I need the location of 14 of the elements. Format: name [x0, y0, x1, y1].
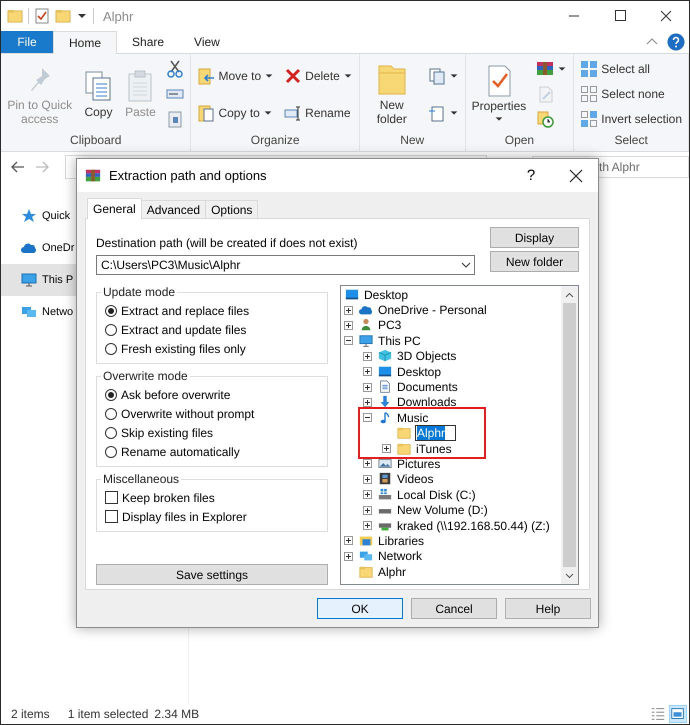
group-label: Select: [613, 132, 649, 149]
field-label: Destination path (will be created if does not exist): [96, 236, 358, 250]
group-label: Open: [504, 132, 536, 149]
window-title: Alphr: [103, 8, 134, 24]
status-text: 1 item selected: [68, 707, 148, 721]
status-text: 2 items: [11, 707, 50, 721]
dialog-title: Extraction path and options: [109, 168, 267, 183]
group-title: Overwrite mode: [102, 369, 189, 383]
group-title: Update mode: [102, 285, 176, 299]
status-text: 2.34 MB: [154, 707, 200, 721]
group-label: Organize: [250, 132, 300, 149]
group-title: Miscellaneous: [102, 472, 180, 486]
group-label: Clipboard: [69, 132, 122, 149]
group-label: New: [399, 132, 426, 149]
